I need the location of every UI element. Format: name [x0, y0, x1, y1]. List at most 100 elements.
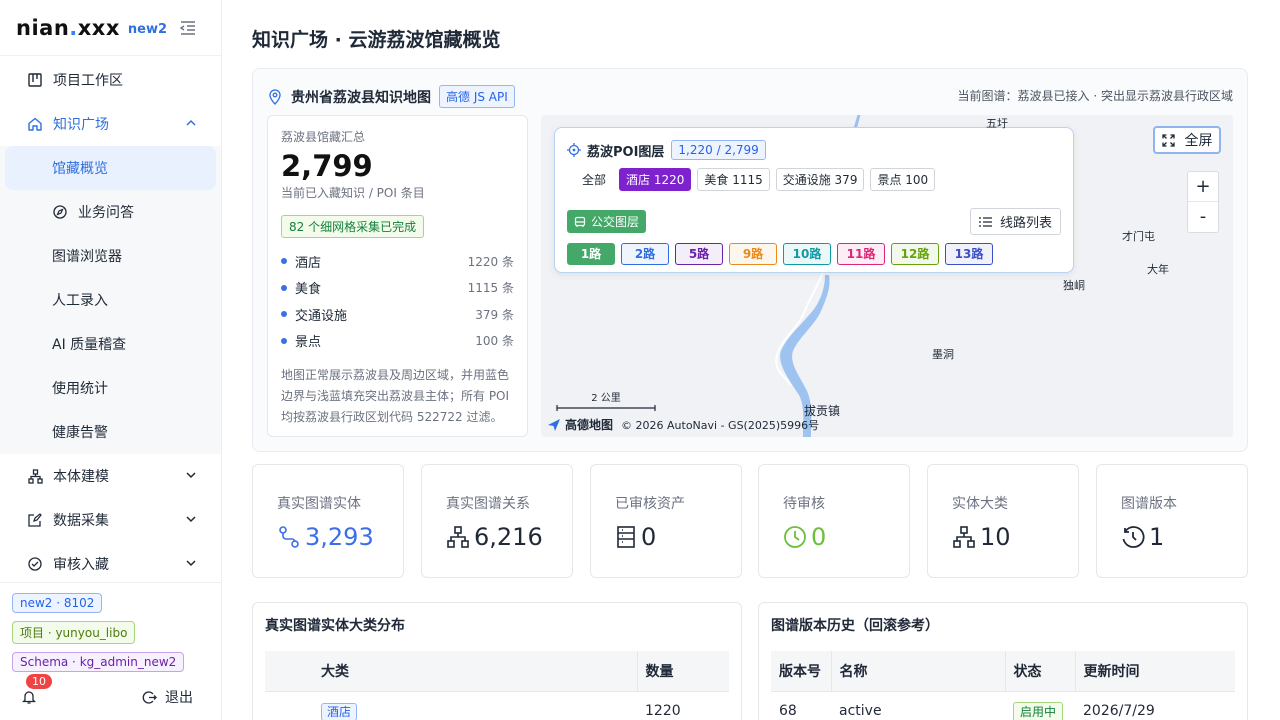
stat-label: 真实图谱关系 — [446, 496, 530, 512]
distribution-table: 大类 数量 酒店 1220 — [265, 651, 729, 720]
home-icon — [27, 116, 43, 132]
sidebar-item-usage-stats[interactable]: 使用统计 — [0, 366, 221, 410]
network-icon — [279, 526, 299, 548]
stat-label: 待审核 — [783, 496, 825, 512]
bus-route-chip[interactable]: 2路 — [621, 243, 669, 265]
sidebar-item-workspace[interactable]: 项目工作区 — [0, 58, 221, 102]
stat-card-reviewed-assets: 已审核资产 0 — [590, 464, 742, 578]
stat-label: 图谱版本 — [1121, 496, 1177, 512]
sidebar-item-manual-entry[interactable]: 人工录入 — [0, 278, 221, 322]
sidebar-item-knowledge-square[interactable]: 知识广场 — [0, 102, 221, 146]
sidebar-item-collection-overview[interactable]: 馆藏概览 — [5, 146, 216, 190]
poi-filter-scenic[interactable]: 景点 100 — [870, 168, 936, 191]
sidebar-item-label: 审核入藏 — [53, 557, 109, 573]
logout-button[interactable]: 退出 — [142, 687, 193, 707]
knowledge-map-card: 贵州省荔波县知识地图 高德 JS API 当前图谱：荔波县已接入 · 突出显示荔… — [252, 68, 1248, 452]
list-icon — [978, 216, 992, 227]
notification-badge: 10 — [26, 674, 52, 689]
sidebar-item-label: 本体建模 — [53, 469, 109, 485]
table-cell: 68 — [779, 703, 797, 720]
env-pill: new2 · 8102 — [12, 593, 103, 613]
poi-layer-header: 荔波POI图层 1,220 / 2,799 — [567, 140, 1061, 160]
map-note: 当前图谱：荔波县已接入 · 突出显示荔波县行政区域 — [957, 89, 1233, 103]
stat-card-graph-version: 图谱版本 1 — [1096, 464, 1248, 578]
bus-route-chip[interactable]: 9路 — [729, 243, 777, 265]
bullet-dot-icon — [281, 311, 287, 318]
column-header: 状态 — [1004, 651, 1075, 692]
zoom-in-button[interactable]: + — [1188, 172, 1218, 202]
bus-route-chip[interactable]: 11路 — [837, 243, 885, 265]
summary-description: 地图正常展示荔波县及周边区域，并用蓝色边界与浅蓝填充突出荔波县主体；所有 POI… — [281, 368, 510, 424]
list-item: 交通设施 379 条 — [281, 301, 514, 328]
summary-label: 荔波县馆藏汇总 — [281, 130, 366, 144]
main-content: 知识广场 · 云游荔波馆藏概览 贵州省荔波县知识地图 高德 JS API 当前图… — [222, 0, 1280, 720]
sidebar: nian.xxx new2 项目工作区 知识广场 馆藏概览 业务问答 图谱浏览器 — [0, 0, 222, 720]
category-count: 100 条 — [475, 334, 514, 349]
map-copyright: © 2026 AutoNavi - GS(2025)5996号 — [621, 418, 820, 432]
summary-category-list: 酒店 1220 条 美食 1115 条 交通设施 379 条 景点 100 条 — [281, 248, 514, 354]
poi-filter-food[interactable]: 美食 1115 — [697, 168, 770, 191]
stat-value: 6,216 — [474, 523, 543, 551]
brand-logo[interactable]: nian.xxx — [16, 16, 120, 40]
zoom-control: + - — [1187, 171, 1219, 233]
kanban-icon — [27, 72, 43, 88]
bus-route-chip[interactable]: 5路 — [675, 243, 723, 265]
bullet-dot-icon — [281, 258, 287, 265]
sidebar-item-graph-browser[interactable]: 图谱浏览器 — [0, 234, 221, 278]
zoom-out-button[interactable]: - — [1188, 202, 1218, 232]
hierarchy-icon — [953, 526, 975, 548]
column-header: 数量 — [636, 651, 729, 692]
category-name: 酒店 — [295, 255, 322, 271]
poi-filter-transport[interactable]: 交通设施 379 — [775, 168, 865, 191]
amap-logo-icon — [548, 418, 560, 431]
crosshair-icon — [567, 143, 581, 157]
stat-card-relations: 真实图谱关系 6,216 — [421, 464, 573, 578]
column-header: 版本号 — [771, 651, 831, 692]
table-cell: 1220 — [645, 703, 681, 720]
sidebar-item-review[interactable]: 审核入藏 — [0, 542, 221, 580]
map-title: 贵州省荔波县知识地图 — [291, 89, 431, 106]
stat-label: 实体大类 — [952, 496, 1008, 512]
sidebar-item-ai-quality[interactable]: AI 质量稽查 — [0, 322, 221, 366]
column-header: 名称 — [830, 651, 1005, 692]
sidebar-item-label: 数据采集 — [53, 513, 109, 529]
chevron-down-icon — [186, 516, 196, 523]
stats-row: 真实图谱实体 3,293 真实图谱关系 6,216 已审核资产 0 待审核 0 … — [252, 464, 1248, 578]
panel-title: 图谱版本历史（回滚参考） — [771, 618, 939, 634]
bus-route-chip[interactable]: 12路 — [891, 243, 939, 265]
bus-route-chip[interactable]: 1路 — [567, 243, 615, 265]
map-place-label: 五圩 — [986, 117, 1008, 130]
route-list-button[interactable]: 线路列表 — [969, 208, 1061, 235]
panel-title: 真实图谱实体大类分布 — [265, 618, 405, 634]
status-badge: 启用中 — [1013, 701, 1064, 720]
fullscreen-label: 全屏 — [1184, 133, 1213, 149]
category-count: 379 条 — [475, 307, 514, 322]
map-canvas[interactable]: 荔波POI图层 1,220 / 2,799 全部 酒店 1220 美食 1115… — [541, 115, 1233, 437]
project-pill: 项目 · yunyou_libo — [12, 621, 136, 644]
sidebar-item-data-collection[interactable]: 数据采集 — [0, 498, 221, 542]
bell-icon[interactable] — [21, 689, 37, 705]
sidebar-item-label: 馆藏概览 — [52, 161, 108, 177]
version-table: 版本号 名称 状态 更新时间 68 active 启用中 2026/7/29 — [771, 651, 1235, 720]
history-icon — [1122, 526, 1145, 548]
poi-filter-hotel[interactable]: 酒店 1220 — [619, 168, 692, 191]
sidebar-item-label: 业务问答 — [78, 205, 134, 221]
poi-layer-panel: 荔波POI图层 1,220 / 2,799 全部 酒店 1220 美食 1115… — [554, 127, 1074, 273]
stat-label: 已审核资产 — [615, 496, 685, 512]
sidebar-item-business-qa[interactable]: 业务问答 — [0, 190, 221, 234]
bus-layer-toggle[interactable]: 公交图层 — [567, 210, 647, 233]
check-circle-icon — [27, 556, 43, 572]
fullscreen-button[interactable]: 全屏 — [1153, 126, 1221, 154]
map-place-label: 墨洞 — [932, 348, 954, 361]
map-place-label: 才门屯 — [1122, 230, 1155, 243]
sidebar-item-ontology[interactable]: 本体建模 — [0, 454, 221, 498]
collapse-sidebar-icon[interactable] — [179, 20, 197, 36]
logout-label: 退出 — [165, 690, 193, 706]
sidebar-item-health-alerts[interactable]: 健康告警 — [0, 410, 221, 454]
expand-icon — [1161, 133, 1175, 147]
map-scale: 2 公里 — [556, 389, 656, 415]
bus-route-chip[interactable]: 10路 — [783, 243, 831, 265]
bus-route-chip[interactable]: 13路 — [945, 243, 993, 265]
list-item: 酒店 1220 条 — [281, 248, 514, 275]
poi-filter-all[interactable]: 全部 — [575, 168, 614, 191]
